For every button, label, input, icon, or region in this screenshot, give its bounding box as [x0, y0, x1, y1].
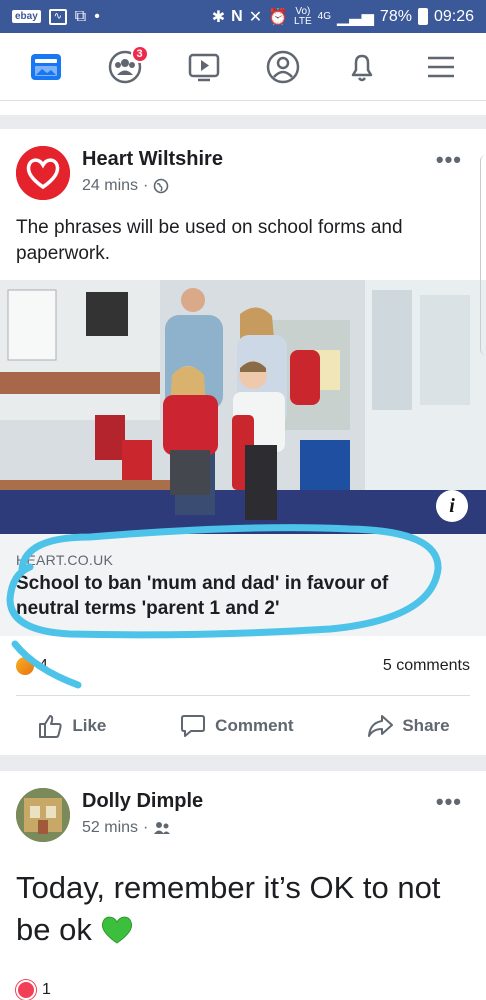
top-navigation: 3: [0, 33, 486, 101]
watch-icon: [188, 53, 219, 81]
status-bar: ebay ∿ ⧉ • ✱ N ✕ ⏰ Vo) LTE 4G ▁▃▅ 78% 09…: [0, 0, 486, 33]
post-author-name[interactable]: Heart Wiltshire: [82, 148, 223, 171]
clock: 09:26: [433, 7, 474, 25]
ebay-notification-icon: ebay: [12, 10, 41, 23]
activity-notification-icon: ∿: [48, 8, 67, 25]
alarm-icon: ⏰: [268, 8, 289, 26]
network-label: 4G: [317, 10, 331, 22]
post-header: Heart Wiltshire 24 mins · •••: [0, 129, 486, 207]
battery-icon: [417, 8, 428, 25]
signal-icon: ▁▃▅: [337, 8, 374, 26]
author-avatar[interactable]: [16, 146, 70, 200]
share-arrow-icon: [368, 715, 394, 737]
ad-info-button[interactable]: i: [436, 490, 468, 522]
comment-button[interactable]: Comment: [179, 712, 294, 740]
battery-percent: 78%: [379, 7, 412, 25]
post-meta: 24 mins ·: [82, 177, 169, 195]
hamburger-menu-icon: [427, 56, 454, 77]
post-actions: Like Comment Share: [0, 701, 486, 751]
post-text-content: Today, remember it’s OK to not be ok: [16, 870, 441, 947]
separator-dot: ·: [143, 819, 149, 836]
reaction-count: 4: [39, 657, 48, 674]
news-feed-icon: [30, 53, 61, 80]
more-notifications-dot: •: [94, 7, 100, 25]
link-preview-image[interactable]: i: [0, 280, 486, 534]
author-avatar[interactable]: [16, 788, 70, 842]
menu-tab[interactable]: [414, 40, 468, 94]
news-feed-tab[interactable]: [19, 40, 73, 94]
post-meta: 52 mins ·: [82, 819, 171, 837]
nfc-icon: N: [231, 7, 243, 25]
share-label: Share: [402, 716, 450, 735]
scroll-indicator[interactable]: [480, 155, 486, 355]
reaction-summary[interactable]: 1: [16, 980, 51, 1000]
link-title: School to ban 'mum and dad' in favour of…: [16, 573, 389, 619]
watch-tab[interactable]: [177, 40, 231, 94]
friend-requests-tab[interactable]: 3: [98, 40, 152, 94]
separator-dot: ·: [143, 177, 149, 194]
post-timestamp[interactable]: 52 mins: [82, 819, 138, 837]
notifications-tab[interactable]: [335, 40, 389, 94]
divider: [16, 695, 470, 696]
post-text: Today, remember it’s OK to not be ok: [16, 867, 466, 951]
app-notification-icon: ⧉: [74, 7, 87, 25]
like-label: Like: [72, 716, 107, 735]
school-corridor-photo: [0, 280, 486, 534]
lte-label: LTE: [294, 15, 312, 27]
friends-audience-icon: [154, 822, 171, 834]
more-options-icon[interactable]: •••: [436, 789, 462, 815]
friend-requests-badge: 3: [130, 44, 149, 63]
comment-label: Comment: [215, 716, 294, 735]
haha-reaction-icon: [16, 657, 34, 675]
link-domain: HEART.CO.UK: [16, 552, 114, 568]
post-text: The phrases will be used on school forms…: [16, 217, 403, 264]
bell-icon: [351, 54, 372, 81]
profile-tab[interactable]: [256, 40, 310, 94]
volte-label: Vo): [295, 5, 311, 17]
profile-icon: [266, 50, 299, 83]
bluetooth-icon: ✱: [211, 8, 226, 26]
comment-bubble-icon: [181, 715, 206, 737]
post-card: Heart Wiltshire 24 mins · ••• The phrase…: [0, 129, 486, 755]
globe-icon: [154, 178, 169, 194]
post-card: Dolly Dimple 52 mins · ••• Today, rememb…: [0, 771, 486, 1000]
love-reaction-icon: [16, 980, 36, 1000]
link-preview-box[interactable]: HEART.CO.UK School to ban 'mum and dad' …: [0, 534, 486, 636]
previous-post-tail: [0, 101, 486, 115]
mute-icon: ✕: [248, 8, 263, 26]
post-header: Dolly Dimple 52 mins · •••: [0, 771, 486, 849]
post-timestamp[interactable]: 24 mins: [82, 177, 138, 195]
post-author-name[interactable]: Dolly Dimple: [82, 790, 203, 813]
thumbs-up-icon: [39, 715, 62, 738]
reaction-summary[interactable]: 4: [16, 657, 48, 675]
share-button[interactable]: Share: [366, 712, 450, 740]
green-heart-emoji: [102, 916, 133, 944]
heart-logo-icon: [16, 146, 70, 200]
more-options-icon[interactable]: •••: [436, 147, 462, 173]
comments-count[interactable]: 5 comments: [383, 657, 470, 675]
avatar-photo: [16, 788, 70, 842]
like-button[interactable]: Like: [36, 712, 106, 740]
reaction-count: 1: [42, 981, 51, 998]
